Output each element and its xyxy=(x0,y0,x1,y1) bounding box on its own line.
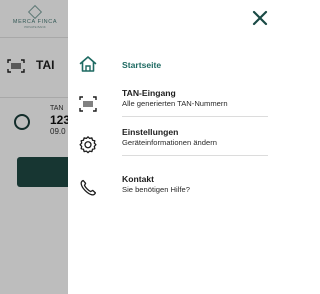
menu-item-subtitle: Geräteinformationen ändern xyxy=(122,138,217,147)
menu-divider xyxy=(122,155,268,156)
menu-item-subtitle: Sie benötigen Hilfe? xyxy=(122,185,190,194)
menu-item-title: TAN-Eingang xyxy=(122,88,176,98)
menu-item-title: Kontakt xyxy=(122,174,154,184)
menu-item-title: Einstellungen xyxy=(122,127,179,137)
home-icon xyxy=(79,56,97,72)
menu-item-subtitle: Alle generierten TAN-Nummern xyxy=(122,99,228,108)
barcode-scan-icon xyxy=(79,96,97,112)
menu-item-tan-eingang[interactable]: TAN-Eingang Alle generierten TAN-Nummern xyxy=(68,88,271,124)
close-icon[interactable] xyxy=(252,10,268,26)
navigation-drawer: Startseite TAN-Eingang Alle generierten … xyxy=(68,0,271,294)
menu-item-startseite[interactable]: Startseite xyxy=(68,52,271,76)
menu-divider xyxy=(122,116,268,117)
gear-icon xyxy=(79,136,97,154)
menu-item-einstellungen[interactable]: Einstellungen Geräteinformationen ändern xyxy=(68,127,271,163)
phone-icon xyxy=(80,179,97,196)
menu-item-title: Startseite xyxy=(122,60,162,70)
menu-item-kontakt[interactable]: Kontakt Sie benötigen Hilfe? xyxy=(68,174,271,210)
